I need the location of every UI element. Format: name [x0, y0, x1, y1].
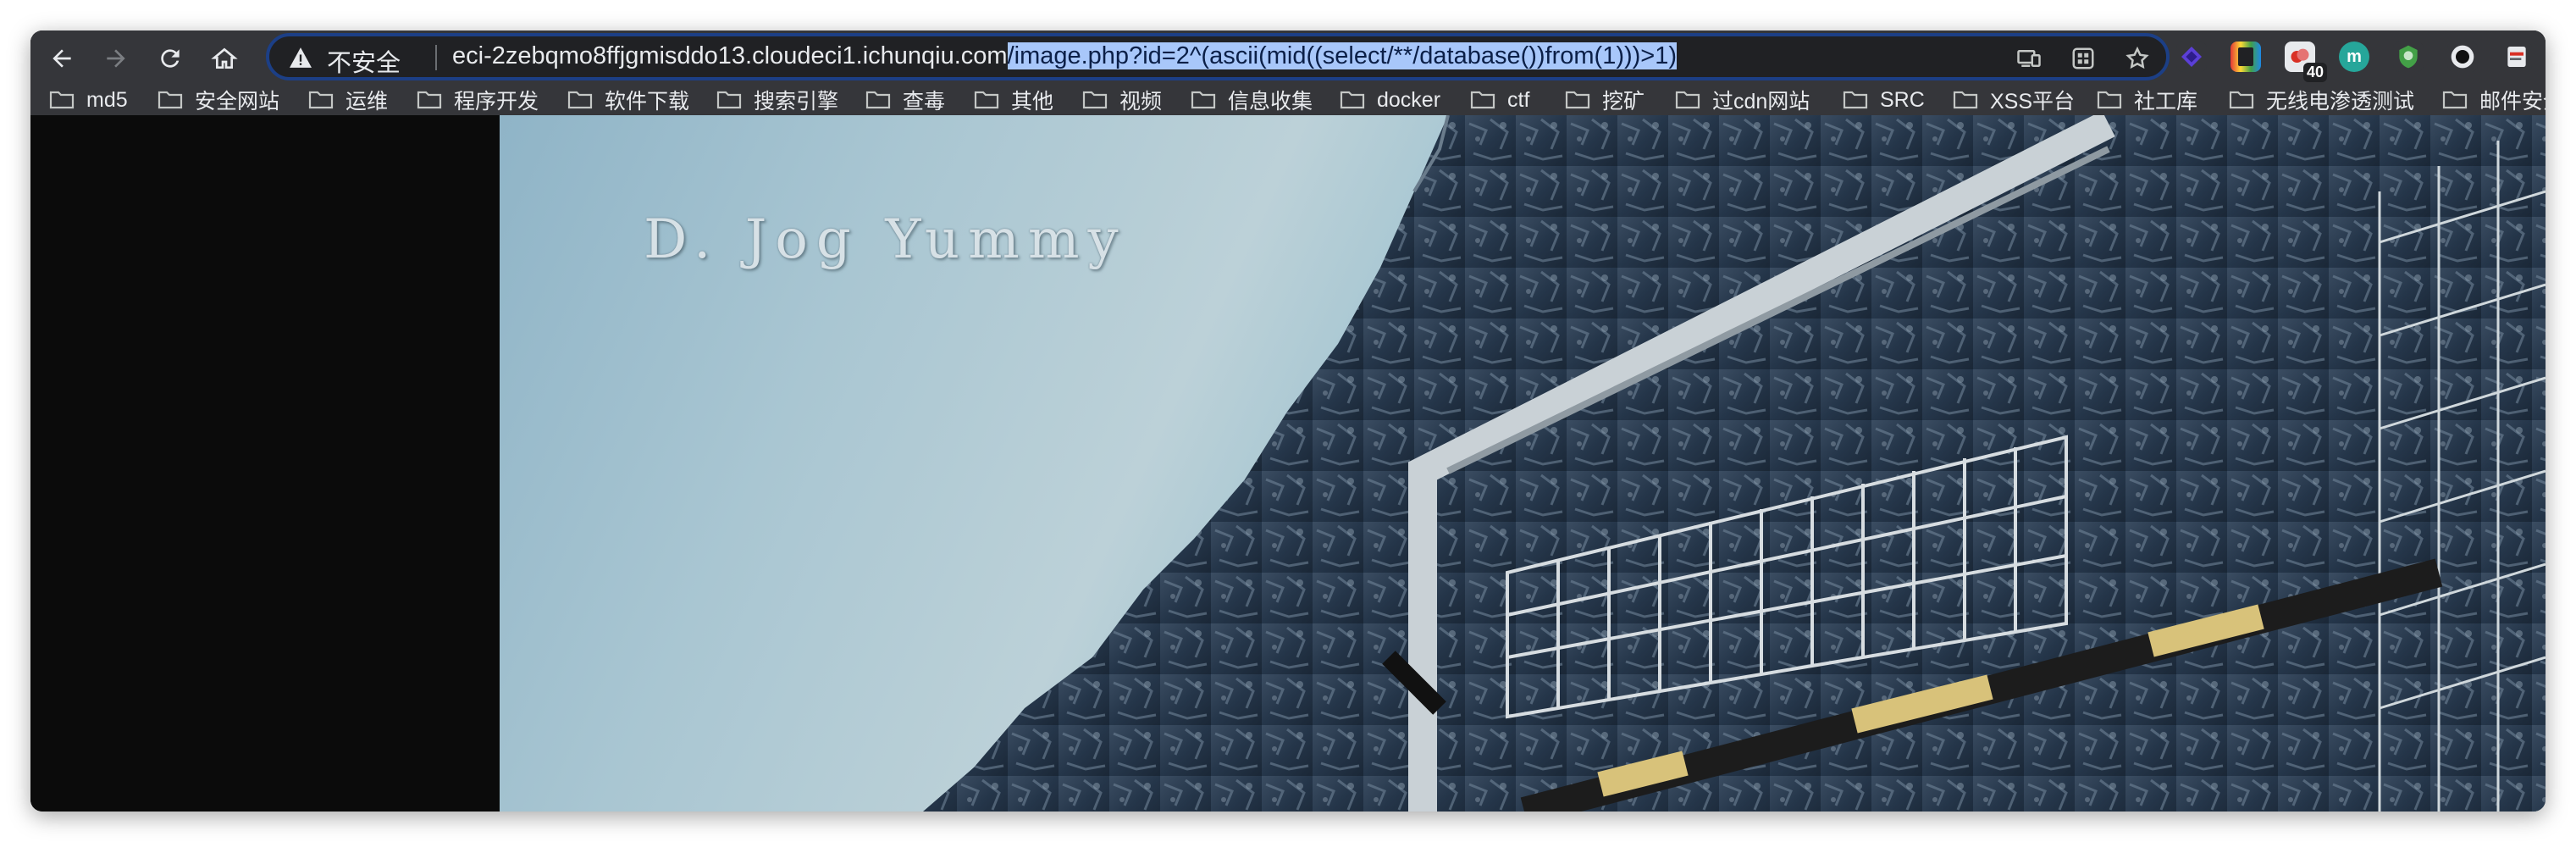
- bookmark-folder[interactable]: 信息收集: [1191, 85, 1313, 115]
- folder-icon: [2097, 91, 2122, 109]
- folder-icon: [2442, 91, 2468, 109]
- bookmark-folder[interactable]: ctf: [1470, 85, 1529, 115]
- document-icon: [2507, 47, 2526, 67]
- bookmark-label: 邮件安全: [2479, 90, 2546, 114]
- extension-badge[interactable]: 40: [2285, 42, 2327, 82]
- folder-icon: [865, 91, 891, 109]
- folder-icon: [567, 91, 593, 109]
- bookmark-label: 视频: [1119, 90, 1163, 114]
- address-bar[interactable]: 不安全 eci-2zebqmo8ffjgmisddo13.cloudeci1.i…: [266, 33, 2170, 80]
- forward-button[interactable]: [95, 37, 137, 80]
- bookmark-label: XSS平台: [1990, 90, 2076, 114]
- url-text[interactable]: eci-2zebqmo8ffjgmisddo13.cloudeci1.ichun…: [452, 42, 1678, 70]
- black-circle-icon: [2451, 45, 2474, 69]
- bookmark-label: 程序开发: [454, 90, 539, 114]
- bookmark-label: 安全网站: [195, 90, 280, 114]
- bookmark-label: 搜索引擎: [754, 90, 839, 114]
- forward-arrow-icon: [107, 49, 125, 68]
- browser-window: 不安全 eci-2zebqmo8ffjgmisddo13.cloudeci1.i…: [30, 30, 2546, 812]
- qr-code-icon: [2072, 47, 2094, 69]
- folder-icon: [49, 91, 75, 109]
- bookmark-folder[interactable]: 安全网站: [158, 85, 279, 115]
- security-indicator[interactable]: 不安全: [327, 43, 401, 79]
- bookmark-label: docker: [1377, 87, 1441, 112]
- browser-toolbar: 不安全 eci-2zebqmo8ffjgmisddo13.cloudeci1.i…: [30, 30, 2546, 115]
- bookmark-folder[interactable]: 社工库: [2097, 85, 2197, 115]
- extension-document[interactable]: [2501, 42, 2532, 72]
- extension-badge-count: 40: [2302, 63, 2327, 82]
- folder-icon: [417, 91, 442, 109]
- bookmark-folder[interactable]: 软件下载: [567, 85, 689, 115]
- bookmark-folder[interactable]: XSS平台: [1953, 85, 2075, 115]
- bookmark-folder[interactable]: 运维: [308, 85, 388, 115]
- folder-icon: [1340, 91, 1365, 109]
- folder-icon: [2229, 91, 2254, 109]
- bookmark-folder[interactable]: 其他: [974, 85, 1053, 115]
- folder-icon: [974, 91, 999, 109]
- bookmarks-bar: md5 安全网站 运维 程序开发 软件下载 搜索引擎 查毒 其他 视频 信息收集…: [30, 85, 2546, 115]
- qr-code-button[interactable]: [2070, 45, 2097, 72]
- teal-ext-letter: m: [2347, 47, 2362, 66]
- folder-icon: [158, 91, 183, 109]
- page-image: D. Jog Yummy: [500, 115, 2546, 812]
- folder-icon: [308, 91, 334, 109]
- page-content: D. Jog Yummy: [30, 115, 2546, 812]
- bookmark-folder[interactable]: md5: [49, 85, 128, 115]
- image-caption: D. Jog Yummy: [644, 208, 1127, 271]
- folder-icon: [1082, 91, 1108, 109]
- back-arrow-icon: [53, 49, 71, 68]
- folder-icon: [1675, 91, 1700, 109]
- cast-button[interactable]: [2015, 45, 2043, 72]
- folder-icon: [1953, 91, 1978, 109]
- url-host: eci-2zebqmo8ffjgmisddo13.cloudeci1.ichun…: [452, 42, 1008, 69]
- home-button[interactable]: [203, 37, 246, 80]
- bookmark-folder[interactable]: 视频: [1082, 85, 1162, 115]
- extension-black-circle[interactable]: [2447, 42, 2478, 72]
- bookmark-label: ctf: [1507, 87, 1530, 112]
- bookmark-folder[interactable]: 挖矿: [1565, 85, 1645, 115]
- bookmark-label: 无线电渗透测试: [2266, 90, 2415, 114]
- bookmark-folder[interactable]: docker: [1340, 85, 1440, 115]
- bookmark-folder[interactable]: 搜索引擎: [716, 85, 838, 115]
- bookmark-label: 查毒: [903, 90, 946, 114]
- bookmark-label: 运维: [345, 90, 389, 114]
- bookmark-star-button[interactable]: [2124, 45, 2151, 72]
- reload-icon: [161, 49, 180, 68]
- bookmark-folder[interactable]: 无线电渗透测试: [2229, 85, 2414, 115]
- folder-icon: [1565, 91, 1590, 109]
- extension-purple[interactable]: [2176, 42, 2207, 72]
- purple-diamond-icon: [2181, 47, 2202, 67]
- colorful-ext-icon: [2238, 47, 2253, 66]
- green-shield-icon: [2399, 45, 2418, 69]
- bookmark-label: 软件下载: [605, 90, 690, 114]
- bookmark-label: 过cdn网站: [1712, 90, 1810, 114]
- reload-button[interactable]: [149, 37, 191, 80]
- folder-icon: [1843, 91, 1868, 109]
- bookmark-folder[interactable]: SRC: [1843, 85, 1925, 115]
- bookmark-label: SRC: [1880, 87, 1925, 112]
- address-separator: [435, 45, 437, 70]
- warning-icon: [290, 47, 312, 68]
- extension-colorful[interactable]: [2231, 42, 2261, 72]
- bookmark-folder[interactable]: 程序开发: [417, 85, 539, 115]
- back-button[interactable]: [41, 37, 83, 80]
- extension-green[interactable]: [2393, 42, 2424, 72]
- star-icon: [2125, 46, 2149, 69]
- bookmark-label: 社工库: [2134, 90, 2198, 114]
- home-icon: [211, 47, 238, 69]
- folder-icon: [1191, 91, 1216, 109]
- bookmark-folder[interactable]: 查毒: [865, 85, 945, 115]
- folder-icon: [716, 91, 742, 109]
- bookmark-label: md5: [86, 87, 128, 112]
- devices-icon: [2017, 50, 2041, 67]
- bookmark-label: 挖矿: [1602, 90, 1645, 114]
- bookmark-folder[interactable]: 过cdn网站: [1675, 85, 1810, 115]
- bookmark-folder[interactable]: 邮件安全: [2442, 85, 2546, 115]
- url-selected-path: /image.php?id=2^(ascii(mid((select/**/da…: [1007, 42, 1678, 69]
- bookmark-label: 其他: [1011, 90, 1054, 114]
- folder-icon: [1470, 91, 1495, 109]
- bookmark-label: 信息收集: [1228, 90, 1313, 114]
- extension-teal[interactable]: m: [2339, 42, 2369, 72]
